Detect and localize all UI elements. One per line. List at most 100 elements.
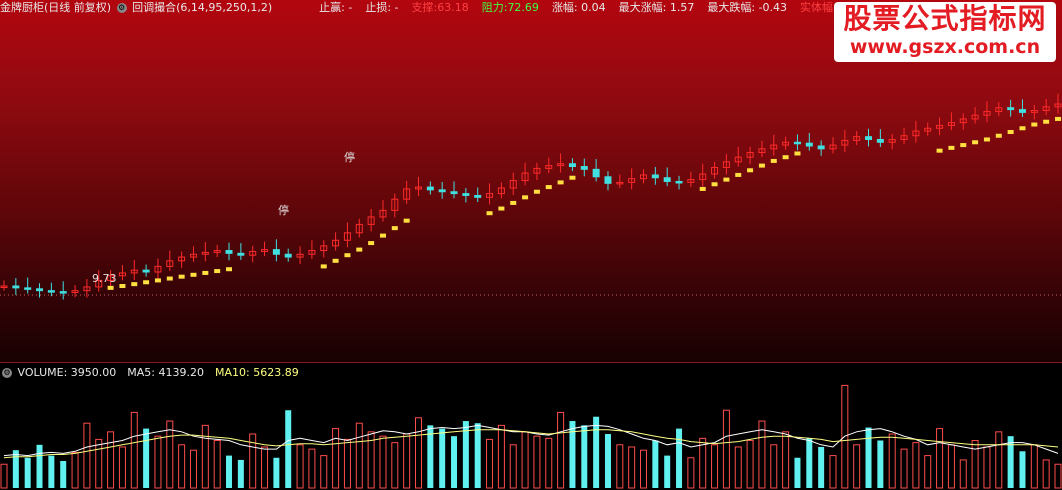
volume-bar bbox=[971, 439, 979, 489]
volume-bar bbox=[995, 431, 1003, 489]
volume-bar bbox=[640, 449, 648, 489]
volume-bar bbox=[533, 435, 541, 489]
stock-name: 金牌厨柜(日线 前复权) bbox=[0, 1, 112, 14]
volume-bar bbox=[343, 438, 351, 489]
volume-bar bbox=[0, 463, 8, 489]
stop-loss: 止损: - bbox=[365, 1, 399, 14]
volume-bar bbox=[746, 439, 754, 489]
volume-bar bbox=[664, 455, 671, 488]
volume-bar bbox=[83, 422, 91, 489]
take-profit: 止赢: - bbox=[319, 1, 353, 14]
volume-bar bbox=[545, 437, 553, 489]
ma10-line bbox=[3, 429, 1059, 459]
support-label: 支撑: bbox=[411, 1, 438, 14]
volume-bar bbox=[226, 455, 233, 488]
volume-bar bbox=[379, 435, 387, 489]
volume-bar bbox=[687, 457, 695, 489]
volume-bar bbox=[486, 438, 494, 489]
volume-header: ⚙ VOLUME: 3950.00 MA5: 4139.20 MA10: 562… bbox=[0, 366, 299, 379]
volume-bar bbox=[107, 431, 115, 489]
volume-bar bbox=[95, 438, 103, 489]
volume-bar bbox=[959, 459, 967, 489]
volume-bar bbox=[557, 411, 565, 489]
volume-bar bbox=[947, 444, 955, 489]
ma5-value: MA5: 4139.20 bbox=[127, 366, 204, 379]
change: 涨幅: 0.04 bbox=[551, 1, 606, 14]
volume-bar bbox=[48, 455, 55, 488]
support-value: 63.18 bbox=[437, 1, 469, 14]
volume-bar bbox=[900, 448, 908, 489]
chart-root: 金牌厨柜(日线 前复权) ⚙ 回调撮合(6,14,95,250,1,2) 止赢:… bbox=[0, 0, 1062, 490]
volume-bar bbox=[12, 450, 19, 488]
volume-bar bbox=[628, 446, 636, 489]
volume-bar bbox=[818, 446, 825, 488]
volume-bar bbox=[770, 444, 778, 489]
volume-bar bbox=[403, 433, 411, 489]
volume-bar bbox=[877, 440, 884, 488]
volume-bar bbox=[308, 448, 316, 489]
volume-bar bbox=[497, 424, 505, 489]
volume-bar bbox=[853, 444, 861, 489]
chart-header: 金牌厨柜(日线 前复权) ⚙ 回调撮合(6,14,95,250,1,2) 止赢:… bbox=[0, 1, 865, 15]
volume-value: VOLUME: 3950.00 bbox=[17, 366, 117, 379]
volume-bar bbox=[569, 421, 576, 488]
volume-bar bbox=[237, 459, 244, 488]
volume-bar bbox=[1019, 451, 1026, 488]
volume-bar bbox=[24, 457, 31, 488]
volume-bar bbox=[983, 446, 991, 489]
volume-bar bbox=[711, 444, 719, 489]
site-watermark: 股票公式指标网 www.gszx.com.cn bbox=[834, 2, 1056, 62]
volume-bar bbox=[189, 449, 197, 489]
volume-bar bbox=[616, 444, 624, 489]
volume-bar bbox=[936, 428, 944, 489]
resistance-value: 72.69 bbox=[507, 1, 539, 14]
volume-bar bbox=[154, 435, 162, 489]
volume-settings-icon[interactable]: ⚙ bbox=[2, 368, 12, 378]
volume-bar bbox=[794, 457, 801, 488]
low-price-label: 9.73 bbox=[92, 272, 117, 285]
signal-label-1: 停 bbox=[344, 151, 355, 164]
ma10-value: MA10: 5623.89 bbox=[214, 366, 299, 379]
resistance-label: 阻力: bbox=[481, 1, 508, 14]
volume-bar bbox=[1054, 463, 1062, 489]
volume-bar bbox=[652, 440, 659, 488]
volume-bar bbox=[581, 425, 588, 488]
volume-bar bbox=[213, 439, 221, 489]
volume-bar bbox=[758, 420, 766, 489]
volume-chart[interactable] bbox=[0, 0, 1062, 490]
volume-bar bbox=[734, 446, 742, 489]
volume-bar bbox=[60, 461, 67, 488]
volume-bar bbox=[332, 428, 340, 489]
watermark-title: 股票公式指标网 bbox=[843, 2, 1047, 35]
volume-bar bbox=[888, 433, 896, 489]
watermark-url: www.gszx.com.cn bbox=[849, 36, 1041, 58]
volume-bar bbox=[521, 431, 529, 489]
volume-bar bbox=[604, 434, 611, 488]
volume-bar bbox=[296, 444, 304, 489]
volume-bar bbox=[924, 455, 932, 489]
settings-icon[interactable]: ⚙ bbox=[116, 3, 127, 13]
volume-bar bbox=[71, 451, 79, 489]
volume-bar bbox=[593, 416, 600, 488]
volume-bar bbox=[1007, 436, 1014, 488]
volume-bar bbox=[439, 428, 446, 488]
volume-bar bbox=[391, 442, 399, 489]
indicator-name: 回调撮合(6,14,95,250,1,2) bbox=[132, 1, 273, 14]
volume-bar bbox=[355, 422, 363, 489]
volume-bar bbox=[166, 420, 174, 489]
volume-bar bbox=[829, 455, 837, 489]
volume-bar bbox=[451, 436, 458, 488]
volume-bar bbox=[201, 424, 209, 489]
volume-bar bbox=[414, 417, 422, 489]
max-fall: 最大跌幅: -0.43 bbox=[707, 1, 788, 14]
volume-bar bbox=[699, 437, 707, 489]
volume-bar bbox=[285, 410, 292, 488]
signal-label-2: 停 bbox=[278, 204, 289, 217]
volume-bar bbox=[782, 431, 790, 489]
volume-bar bbox=[320, 455, 328, 489]
volume-bar bbox=[806, 438, 813, 488]
volume-bar bbox=[912, 442, 920, 489]
volume-bar bbox=[118, 446, 126, 489]
volume-bar bbox=[143, 428, 150, 488]
volume-bar bbox=[273, 457, 280, 488]
